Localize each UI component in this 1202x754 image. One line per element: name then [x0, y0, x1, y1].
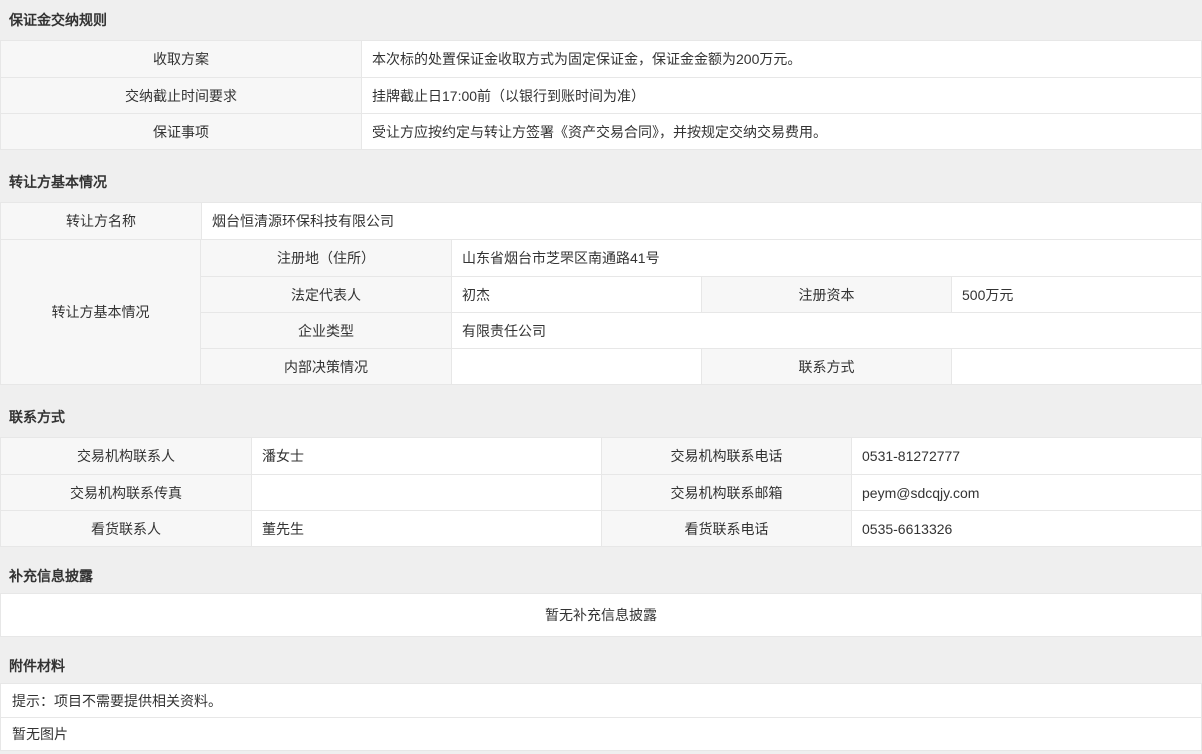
table-row: 注册地（住所） 山东省烟台市芝罘区南通路41号 — [201, 240, 1201, 276]
row-value — [251, 475, 601, 510]
attachments-section: 附件材料 提示：项目不需要提供相关资料。 暂无图片 — [0, 649, 1202, 751]
supplement-empty-text: 暂无补充信息披露 — [1, 594, 1201, 636]
group-label: 转让方基本情况 — [1, 240, 201, 384]
deposit-rules-table: 收取方案 本次标的处置保证金收取方式为固定保证金，保证金金额为200万元。 交纳… — [0, 40, 1202, 150]
row-value: 董先生 — [251, 511, 601, 546]
row-label: 交易机构联系人 — [1, 438, 251, 474]
row-value: 山东省烟台市芝罘区南通路41号 — [451, 240, 1201, 276]
table-row: 交易机构联系人 潘女士 交易机构联系电话 0531-81272777 — [1, 438, 1201, 474]
row-label: 转让方名称 — [1, 203, 201, 239]
row-value: 0531-81272777 — [851, 438, 1201, 474]
row-label: 交易机构联系邮箱 — [601, 475, 851, 510]
table-row: 法定代表人 初杰 注册资本 500万元 — [201, 276, 1201, 312]
row-label: 企业类型 — [201, 313, 451, 348]
transferor-table: 转让方名称 烟台恒清源环保科技有限公司 转让方基本情况 注册地（住所） 山东省烟… — [0, 202, 1202, 385]
row-value: 受让方应按约定与转让方签署《资产交易合同》，并按规定交纳交易费用。 — [361, 114, 1201, 149]
group-rows: 注册地（住所） 山东省烟台市芝罘区南通路41号 法定代表人 初杰 注册资本 50… — [201, 240, 1201, 384]
table-row: 暂无补充信息披露 — [1, 594, 1201, 636]
row-label: 法定代表人 — [201, 277, 451, 312]
row-label: 看货联系人 — [1, 511, 251, 546]
row-label: 注册资本 — [701, 277, 951, 312]
row-label: 保证事项 — [1, 114, 361, 149]
row-label: 交纳截止时间要求 — [1, 78, 361, 113]
row-label: 注册地（住所） — [201, 240, 451, 276]
table-row: 交易机构联系传真 交易机构联系邮箱 peym@sdcqjy.com — [1, 474, 1201, 510]
attachments-hint: 提示：项目不需要提供相关资料。 — [1, 684, 1201, 717]
row-value: 烟台恒清源环保科技有限公司 — [201, 203, 1201, 239]
table-row: 转让方名称 烟台恒清源环保科技有限公司 — [1, 203, 1201, 239]
row-value: peym@sdcqjy.com — [851, 475, 1201, 510]
row-label: 看货联系电话 — [601, 511, 851, 546]
row-value — [951, 349, 1201, 384]
attachments-table: 提示：项目不需要提供相关资料。 暂无图片 — [0, 683, 1202, 751]
supplement-title: 补充信息披露 — [0, 559, 1202, 593]
table-row: 交纳截止时间要求 挂牌截止日17:00前（以银行到账时间为准） — [1, 77, 1201, 113]
deposit-rules-title: 保证金交纳规则 — [0, 0, 1202, 40]
row-value: 挂牌截止日17:00前（以银行到账时间为准） — [361, 78, 1201, 113]
row-value: 初杰 — [451, 277, 701, 312]
table-row: 企业类型 有限责任公司 — [201, 312, 1201, 348]
table-row: 保证事项 受让方应按约定与转让方签署《资产交易合同》，并按规定交纳交易费用。 — [1, 113, 1201, 149]
row-label: 收取方案 — [1, 41, 361, 77]
row-value — [451, 349, 701, 384]
contact-title: 联系方式 — [0, 397, 1202, 437]
deposit-rules-section: 保证金交纳规则 收取方案 本次标的处置保证金收取方式为固定保证金，保证金金额为2… — [0, 0, 1202, 150]
table-row: 内部决策情况 联系方式 — [201, 348, 1201, 384]
row-value: 500万元 — [951, 277, 1201, 312]
attachments-title: 附件材料 — [0, 649, 1202, 683]
row-value: 有限责任公司 — [451, 313, 1201, 348]
row-value: 0535-6613326 — [851, 511, 1201, 546]
contact-section: 联系方式 交易机构联系人 潘女士 交易机构联系电话 0531-81272777 … — [0, 397, 1202, 547]
row-label: 联系方式 — [701, 349, 951, 384]
row-label: 交易机构联系传真 — [1, 475, 251, 510]
row-value: 潘女士 — [251, 438, 601, 474]
supplement-section: 补充信息披露 暂无补充信息披露 — [0, 559, 1202, 637]
supplement-table: 暂无补充信息披露 — [0, 593, 1202, 637]
row-value: 本次标的处置保证金收取方式为固定保证金，保证金金额为200万元。 — [361, 41, 1201, 77]
table-row: 收取方案 本次标的处置保证金收取方式为固定保证金，保证金金额为200万元。 — [1, 41, 1201, 77]
transferor-title: 转让方基本情况 — [0, 162, 1202, 202]
attachments-empty-text: 暂无图片 — [1, 717, 1201, 750]
row-label: 内部决策情况 — [201, 349, 451, 384]
transferor-section: 转让方基本情况 转让方名称 烟台恒清源环保科技有限公司 转让方基本情况 注册地（… — [0, 162, 1202, 385]
table-row: 看货联系人 董先生 看货联系电话 0535-6613326 — [1, 510, 1201, 546]
transferor-detail-group: 转让方基本情况 注册地（住所） 山东省烟台市芝罘区南通路41号 法定代表人 初杰… — [1, 239, 1201, 384]
row-label: 交易机构联系电话 — [601, 438, 851, 474]
contact-table: 交易机构联系人 潘女士 交易机构联系电话 0531-81272777 交易机构联… — [0, 437, 1202, 547]
